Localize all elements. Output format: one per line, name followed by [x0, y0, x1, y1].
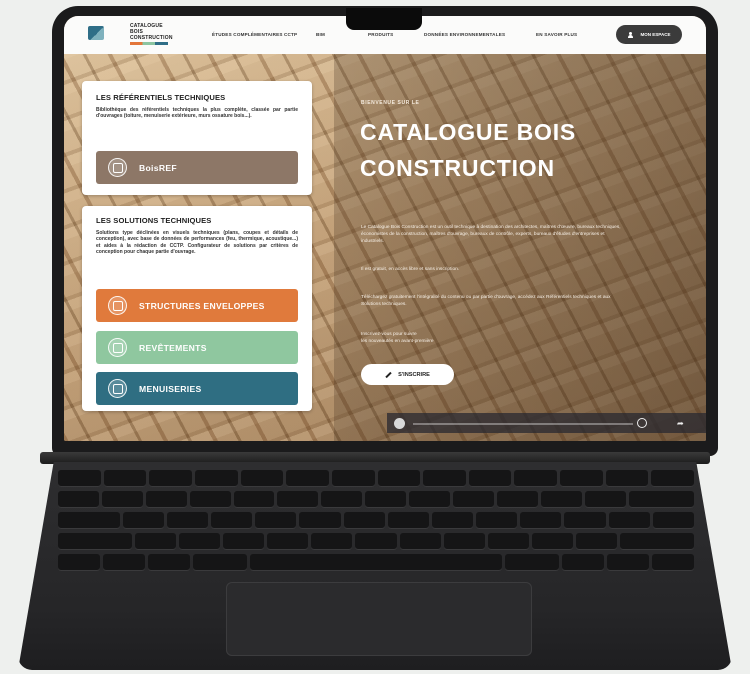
camera-notch	[346, 8, 422, 30]
referentiels-card: LES RÉFÉRENTIELS TECHNIQUES Bibliothèque…	[82, 81, 312, 195]
nav-item-cctp[interactable]: CCTP	[284, 32, 297, 37]
structures-button-label: STRUCTURES ENVELOPPES	[139, 300, 265, 311]
laptop-mockup: CATALOGUE BOIS CONSTRUCTION ÉTUDES COMPL…	[0, 0, 750, 674]
catalogue-logo[interactable]: CATALOGUE BOIS CONSTRUCTION	[130, 23, 172, 45]
hero-paragraph-3: Téléchargez gratuitement l'intégralité d…	[361, 295, 611, 307]
revetements-button[interactable]: REVÊTEMENTS	[96, 331, 298, 364]
user-icon	[627, 31, 633, 38]
revetements-icon	[108, 338, 127, 357]
signup-button-label: S'INSCRIRE	[398, 371, 430, 378]
channel-logo-icon[interactable]	[394, 418, 405, 429]
logo-color-bar	[130, 42, 168, 45]
pencil-icon	[385, 371, 392, 378]
nav-item-produits[interactable]: PRODUITS	[368, 32, 393, 37]
solutions-description: Solutions type déclinées en visuels tech…	[96, 230, 298, 256]
hero-paragraph-4: Inscrivez-vous pour suivre les nouveauté…	[361, 331, 623, 345]
hero-title-line-1: CATALOGUE BOIS	[360, 119, 577, 145]
referentiels-description: Bibliothèque des référentiels techniques…	[96, 107, 298, 120]
structures-icon	[108, 296, 127, 315]
solutions-card: LES SOLUTIONS TECHNIQUES Solutions type …	[82, 206, 312, 411]
watch-later-icon[interactable]	[637, 418, 647, 428]
boisref-icon	[108, 158, 127, 177]
nav-item-bim[interactable]: BIM	[316, 32, 325, 37]
hero-paragraph-4b: les nouveautés en avant-première	[361, 339, 434, 344]
hero-paragraph-4a: Inscrivez-vous pour suivre	[361, 332, 417, 337]
touchpad	[226, 582, 532, 656]
menuiseries-button-label: MENUISERIES	[139, 383, 202, 394]
referentiels-title: LES RÉFÉRENTIELS TECHNIQUES	[96, 93, 226, 102]
share-arrow-icon[interactable]: ➦	[677, 419, 684, 428]
video-progress-track[interactable]	[413, 423, 633, 425]
cndb-logo[interactable]	[88, 26, 104, 40]
hero-title-line-2: CONSTRUCTION	[360, 155, 555, 181]
structures-enveloppes-button[interactable]: STRUCTURES ENVELOPPES	[96, 289, 298, 322]
menuiseries-icon	[108, 379, 127, 398]
hero-paragraph-1: Le Catalogue Bois Construction est un ou…	[361, 225, 621, 244]
hero-title: CATALOGUE BOIS CONSTRUCTION	[360, 114, 660, 186]
video-player-bar[interactable]: ➦	[387, 413, 706, 433]
account-button-label: MON ESPACE	[640, 32, 671, 37]
revetements-button-label: REVÊTEMENTS	[139, 342, 207, 353]
hero-kicker: BIENVENUE SUR LE	[361, 100, 420, 106]
signup-button[interactable]: S'INSCRIRE	[361, 364, 454, 385]
account-button[interactable]: MON ESPACE	[616, 25, 682, 44]
keyboard	[57, 470, 695, 574]
laptop-screen: CATALOGUE BOIS CONSTRUCTION ÉTUDES COMPL…	[64, 16, 706, 441]
logo-line-3: CONSTRUCTION	[130, 35, 173, 41]
nav-item-donnees-env[interactable]: DONNÉES ENVIRONNEMENTALES	[424, 32, 505, 37]
boisref-button-label: BoisREF	[139, 162, 177, 173]
nav-item-etudes[interactable]: ÉTUDES COMPLÉMENTAIRES	[212, 32, 283, 37]
menuiseries-button[interactable]: MENUISERIES	[96, 372, 298, 405]
boisref-button[interactable]: BoisREF	[96, 151, 298, 184]
nav-item-en-savoir-plus[interactable]: EN SAVOIR PLUS	[536, 32, 577, 37]
solutions-title: LES SOLUTIONS TECHNIQUES	[96, 216, 212, 225]
hero-paragraph-2: Il est gratuit, en accès libre et sans i…	[361, 267, 460, 272]
